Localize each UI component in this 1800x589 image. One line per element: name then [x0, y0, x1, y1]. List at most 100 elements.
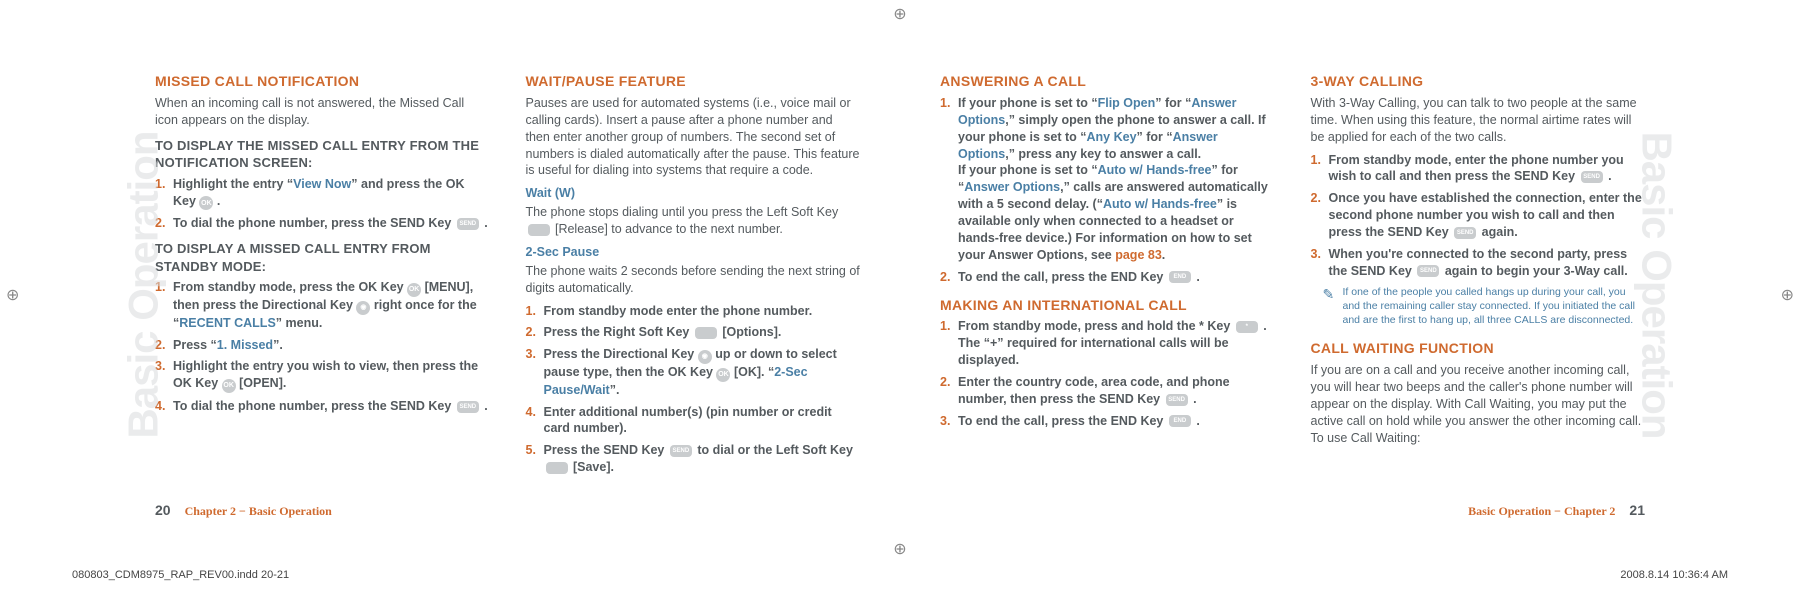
step-text: From standby mode enter the phone number… — [544, 303, 861, 320]
step-number: 2. — [526, 324, 544, 341]
side-label-right: Basic Operation — [1632, 131, 1680, 438]
send-key-icon: SEND — [1454, 227, 1476, 239]
list-item: 3. Highlight the entry you wish to view,… — [155, 358, 490, 393]
page-spread: Basic Operation MISSED CALL NOTIFICATION… — [70, 50, 1730, 519]
list-item: 4. Enter additional number(s) (pin numbe… — [526, 404, 861, 438]
heading-call-waiting: CALL WAITING FUNCTION — [1311, 339, 1646, 358]
list-item: 3. Press the Directional Key ◉ up or dow… — [526, 346, 861, 398]
paragraph: The phone waits 2 seconds before sending… — [526, 263, 861, 297]
doc-timestamp: 2008.8.14 10:36:4 AM — [1620, 569, 1728, 581]
heading-display-notif: TO DISPLAY THE MISSED CALL ENTRY FROM TH… — [155, 137, 490, 172]
left-soft-key-icon — [528, 224, 550, 236]
star-key-icon: * — [1236, 321, 1258, 333]
ok-key-icon: OK — [716, 368, 730, 382]
footer-chapter: Basic Operation − Chapter 2 — [1468, 504, 1615, 519]
step-text: To end the call, press the END Key END . — [958, 413, 1275, 430]
step-text: Press “1. Missed”. — [173, 337, 490, 354]
step-text: From standby mode, press the OK Key OK [… — [173, 279, 490, 331]
step-text: Enter the country code, area code, and p… — [958, 374, 1275, 408]
page-number: 21 — [1629, 502, 1645, 518]
end-key-icon: END — [1169, 415, 1191, 427]
step-text: To end the call, press the END Key END . — [958, 269, 1275, 286]
crop-mark-right: ⊕ — [1781, 285, 1794, 305]
right-columns: ANSWERING A CALL 1. If your phone is set… — [940, 72, 1645, 497]
step-text: From standby mode, press and hold the * … — [958, 318, 1275, 369]
note-icon: ✎ — [1323, 285, 1343, 328]
page-right: Basic Operation ANSWERING A CALL 1. If y… — [900, 50, 1730, 519]
list-item: 3. When you're connected to the second p… — [1311, 246, 1646, 280]
step-text: Enter additional number(s) (pin number o… — [544, 404, 861, 438]
step-text: To dial the phone number, press the SEND… — [173, 398, 490, 415]
directional-key-icon: ◉ — [356, 301, 370, 315]
heading-3way-calling: 3-WAY CALLING — [1311, 72, 1646, 91]
crop-mark-top: ⊕ — [893, 4, 906, 24]
step-number: 2. — [940, 374, 958, 408]
page-number: 20 — [155, 502, 171, 518]
step-text: Highlight the entry “View Now” and press… — [173, 176, 490, 211]
step-text: Press the Directional Key ◉ up or down t… — [544, 346, 861, 398]
note-block: ✎ If one of the people you called hangs … — [1323, 285, 1646, 328]
send-key-icon: SEND — [1417, 265, 1439, 277]
doc-filename: 080803_CDM8975_RAP_REV00.indd 20-21 — [72, 569, 289, 581]
list-item: 1. Highlight the entry “View Now” and pr… — [155, 176, 490, 211]
list-item: 2. To end the call, press the END Key EN… — [940, 269, 1275, 286]
side-label-left: Basic Operation — [120, 131, 168, 438]
crop-mark-bottom: ⊕ — [893, 539, 906, 559]
step-number: 1. — [940, 318, 958, 369]
step-text: From standby mode, enter the phone numbe… — [1329, 152, 1646, 186]
right-col-2: 3-WAY CALLING With 3-Way Calling, you ca… — [1311, 72, 1646, 497]
step-number: 3. — [1311, 246, 1329, 280]
list-item: 2. Press the Right Soft Key [Options]. — [526, 324, 861, 341]
footer-chapter: Chapter 2 − Basic Operation — [185, 504, 332, 519]
send-key-icon: SEND — [670, 445, 692, 457]
send-key-icon: SEND — [1166, 394, 1188, 406]
left-columns: MISSED CALL NOTIFICATION When an incomin… — [155, 72, 860, 497]
paragraph: The phone stops dialing until you press … — [526, 204, 861, 238]
paragraph: Pauses are used for automated systems (i… — [526, 95, 861, 179]
list-item: 3. To end the call, press the END Key EN… — [940, 413, 1275, 430]
step-number: 1. — [526, 303, 544, 320]
directional-key-icon: ◉ — [698, 350, 712, 364]
left-col-2: WAIT/PAUSE FEATURE Pauses are used for a… — [526, 72, 861, 497]
step-number: 2. — [1311, 190, 1329, 241]
send-key-icon: SEND — [1581, 171, 1603, 183]
step-text: Press the SEND Key SEND to dial or the L… — [544, 442, 861, 476]
list-item: 1. If your phone is set to “Flip Open” f… — [940, 95, 1275, 264]
list-item: 2. Press “1. Missed”. — [155, 337, 490, 354]
right-soft-key-icon — [695, 327, 717, 339]
list-item: 2. To dial the phone number, press the S… — [155, 215, 490, 232]
list-item: 2. Enter the country code, area code, an… — [940, 374, 1275, 408]
paragraph: When an incoming call is not answered, t… — [155, 95, 490, 129]
step-text: Highlight the entry you wish to view, th… — [173, 358, 490, 393]
list-item: 2. Once you have established the connect… — [1311, 190, 1646, 241]
step-number: 3. — [940, 413, 958, 430]
send-key-icon: SEND — [457, 401, 479, 413]
end-key-icon: END — [1169, 271, 1191, 283]
step-number: 1. — [940, 95, 958, 264]
heading-display-standby: TO DISPLAY A MISSED CALL ENTRY FROM STAN… — [155, 240, 490, 275]
step-number: 2. — [940, 269, 958, 286]
list-item: 1. From standby mode, press and hold the… — [940, 318, 1275, 369]
step-text: If your phone is set to “Flip Open” for … — [958, 95, 1275, 264]
heading-missed-call: MISSED CALL NOTIFICATION — [155, 72, 490, 91]
left-soft-key-icon — [546, 462, 568, 474]
subheading-wait-w: Wait (W) — [526, 185, 861, 202]
step-number: 1. — [1311, 152, 1329, 186]
heading-answering-call: ANSWERING A CALL — [940, 72, 1275, 91]
ok-key-icon: OK — [222, 379, 236, 393]
ok-key-icon: OK — [199, 196, 213, 210]
step-text: When you're connected to the second part… — [1329, 246, 1646, 280]
step-text: To dial the phone number, press the SEND… — [173, 215, 490, 232]
right-col-1: ANSWERING A CALL 1. If your phone is set… — [940, 72, 1275, 497]
paragraph: If you are on a call and you receive ano… — [1311, 362, 1646, 446]
list-item: 1. From standby mode enter the phone num… — [526, 303, 861, 320]
list-item: 4. To dial the phone number, press the S… — [155, 398, 490, 415]
note-text: If one of the people you called hangs up… — [1343, 285, 1646, 328]
footer-left: 20 Chapter 2 − Basic Operation — [155, 502, 332, 519]
step-number: 3. — [526, 346, 544, 398]
step-text: Once you have established the connection… — [1329, 190, 1646, 241]
ok-key-icon: OK — [407, 283, 421, 297]
heading-international-call: MAKING AN INTERNATIONAL CALL — [940, 296, 1275, 315]
left-col-1: MISSED CALL NOTIFICATION When an incomin… — [155, 72, 490, 497]
step-number: 5. — [526, 442, 544, 476]
